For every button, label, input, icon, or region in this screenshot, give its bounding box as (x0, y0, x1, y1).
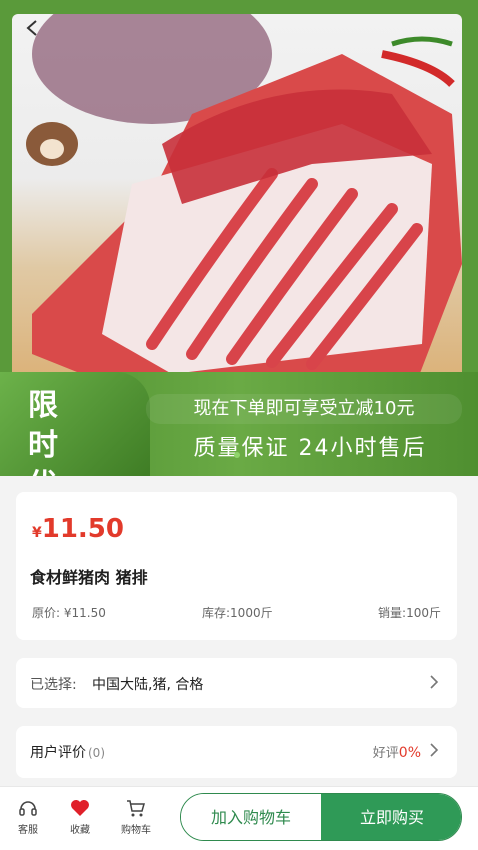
promo-guarantee-text: 质量保证 24小时售后 (193, 436, 427, 461)
spec-selector[interactable]: 已选择: 中国大陆,猪, 合格 (16, 658, 457, 708)
carousel-indicator (234, 452, 240, 458)
reviews-row[interactable]: 用户评价 (0) 好评0% (16, 726, 457, 778)
cart-tab[interactable]: 购物车 (114, 797, 158, 836)
price-value: 11.50 (41, 514, 124, 544)
service-label: 客服 (18, 825, 38, 836)
favorite-label: 收藏 (70, 825, 90, 836)
pork-rib-illustration (26, 14, 462, 394)
reviews-label: 用户评价 (0) (30, 742, 105, 762)
sales-info: 销量:100斤 (378, 606, 441, 620)
currency-symbol: ¥ (32, 525, 42, 541)
original-price: 原价: ¥11.50 (32, 606, 106, 620)
good-rate-label: 好评 (372, 746, 399, 761)
service-tab[interactable]: 客服 (6, 797, 50, 836)
add-to-cart-button[interactable]: 加入购物车 (181, 794, 321, 840)
bottom-action-bar: 客服 收藏 购物车 加入购物车 立即购买 (0, 786, 478, 850)
selection-value: 中国大陆,猪, 合格 (92, 677, 204, 693)
buy-now-button[interactable]: 立即购买 (321, 794, 461, 840)
product-price: ¥11.50 (32, 514, 124, 544)
chevron-right-icon (430, 675, 439, 689)
product-hero: 限 时 优 惠 现在下单即可享受立减10元 质量保证 24小时售后 (0, 0, 478, 476)
price-card: ¥11.50 食材鲜猪肉 猪排 原价: ¥11.50 库存:1000斤 销量:1… (16, 492, 457, 640)
promo-tag-label: 限 时 优 惠 (28, 388, 68, 476)
heart-icon (71, 800, 89, 816)
purchase-buttons: 加入购物车 立即购买 (180, 793, 462, 841)
product-image (12, 14, 462, 424)
promo-discount-text: 现在下单即可享受立减10元 (146, 394, 462, 424)
selection-label: 已选择: (30, 677, 77, 693)
headset-icon (19, 801, 37, 816)
stock-info: 库存:1000斤 (202, 606, 273, 620)
reviews-count: (0) (88, 746, 105, 760)
reviews-title: 用户评价 (30, 745, 86, 761)
good-rate-value: 0% (398, 745, 421, 761)
cart-label: 购物车 (121, 825, 151, 836)
back-arrow-icon (26, 20, 37, 36)
good-rate: 好评0% (373, 742, 421, 761)
favorite-tab[interactable]: 收藏 (58, 797, 102, 836)
cart-icon (127, 800, 145, 817)
product-title: 食材鲜猪肉 猪排 (30, 568, 148, 587)
chevron-right-icon (430, 743, 439, 757)
back-button[interactable] (18, 14, 46, 42)
